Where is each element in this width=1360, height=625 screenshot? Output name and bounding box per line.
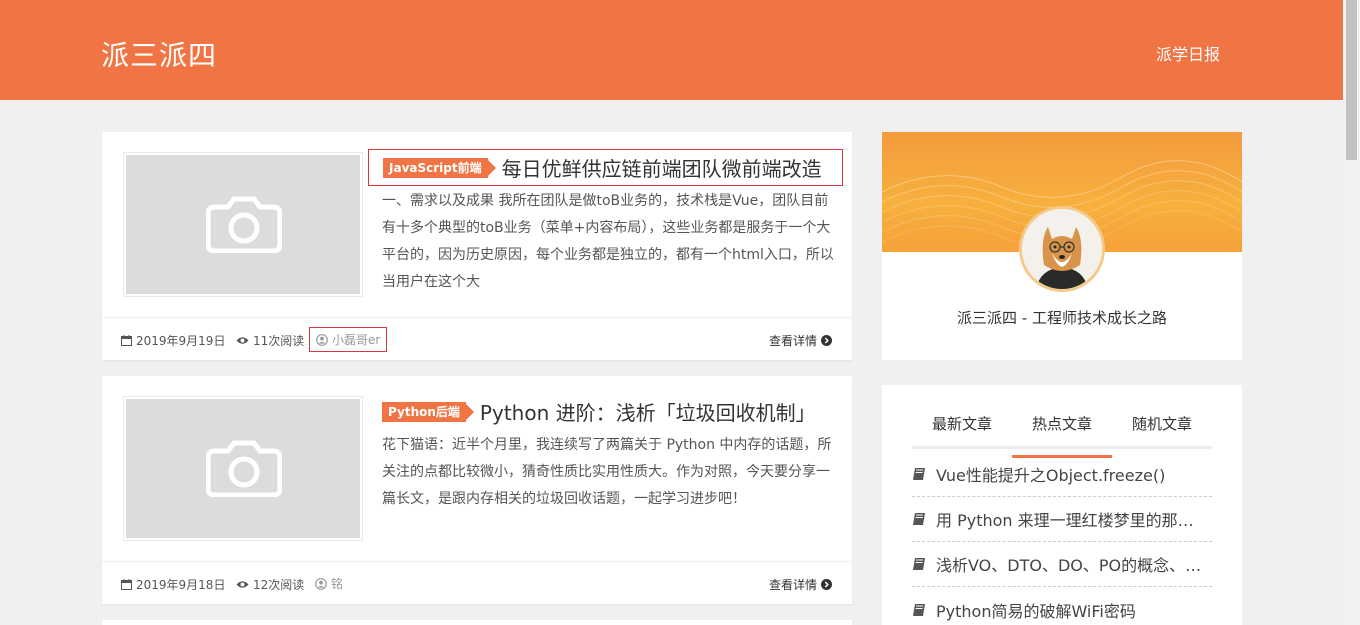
post-date: 2019年9月18日 (121, 576, 225, 593)
posts-widget: 最新文章 热点文章 随机文章 Vue性能提升之Object.freeze() 用… (882, 385, 1242, 625)
posts-tabs: 最新文章 热点文章 随机文章 (912, 411, 1212, 458)
read-more-label[interactable]: 查看详情 (769, 332, 817, 349)
page-scrollbar[interactable] (1343, 0, 1360, 625)
post-views: 12次阅读 (236, 576, 304, 593)
post-title[interactable]: Python 进阶：浅析「垃圾回收机制」 (480, 397, 816, 426)
post-excerpt: 花下猫语：近半个月里，我连续写了两篇关于 Python 中内存的话题，所关注的点… (382, 437, 832, 507)
avatar[interactable] (1019, 206, 1105, 292)
chevron-right-circle-icon (821, 335, 833, 346)
book-icon (913, 468, 925, 480)
list-item-title[interactable]: 用 Python 来理一理红楼梦里的那些关系 (936, 507, 1208, 531)
list-item-title[interactable]: 浅析VO、DTO、DO、PO的概念、区别和用处 (936, 552, 1208, 576)
post-card: JavaScript前端 每日优鲜供应链前端团队微前端改造 一、需求以及成果 我… (102, 132, 852, 360)
post-author[interactable]: 小磊哥er (309, 327, 388, 352)
post-thumbnail[interactable] (123, 396, 363, 541)
book-icon (913, 603, 925, 616)
category-tag[interactable]: Python后端 (382, 401, 474, 422)
post-title[interactable]: 每日优鲜供应链前端团队微前端改造 (502, 153, 822, 182)
user-icon (316, 333, 328, 346)
read-more-label[interactable]: 查看详情 (769, 576, 817, 593)
calendar-icon (121, 335, 132, 346)
nav-link-daily[interactable]: 派学日报 (1156, 41, 1220, 65)
book-icon (913, 513, 925, 525)
site-header: 派三派四 派学日报 (0, 0, 1343, 100)
post-date: 2019年9月19日 (121, 332, 225, 349)
post-author[interactable]: 铭 (309, 571, 349, 596)
tab-random[interactable]: 随机文章 (1112, 411, 1212, 446)
post-title-row[interactable]: JavaScript前端 每日优鲜供应链前端团队微前端改造 (368, 149, 843, 186)
post-date-text: 2019年9月19日 (136, 334, 226, 348)
read-more-link[interactable]: 查看详情 (769, 576, 833, 593)
list-item-title[interactable]: Python简易的破解WiFi密码 (936, 598, 1136, 622)
dog-avatar-icon (1022, 209, 1102, 289)
read-more-link[interactable]: 查看详情 (769, 332, 833, 349)
post-card (102, 620, 852, 625)
eye-icon (236, 337, 249, 344)
post-views-text: 11次阅读 (253, 334, 305, 348)
profile-widget: 派三派四 - 工程师技术成长之路 (882, 132, 1242, 360)
list-item[interactable]: 浅析VO、DTO、DO、PO的概念、区别和用处 (912, 542, 1212, 587)
eye-icon (236, 581, 249, 588)
hot-post-list: Vue性能提升之Object.freeze() 用 Python 来理一理红楼梦… (912, 452, 1212, 625)
list-item[interactable]: Vue性能提升之Object.freeze() (912, 452, 1212, 497)
post-excerpt: 一、需求以及成果 我所在团队是做toB业务的，技术栈是Vue，团队目前有十多个典… (382, 193, 834, 290)
post-meta: 2019年9月19日 11次阅读 小磊哥er 查看详情 (102, 317, 852, 360)
post-views-text: 12次阅读 (253, 578, 305, 592)
post-title-row[interactable]: Python后端 Python 进阶：浅析「垃圾回收机制」 (368, 393, 843, 430)
scrollbar-thumb[interactable] (1346, 0, 1357, 160)
chevron-right-circle-icon (821, 579, 833, 590)
calendar-icon (121, 579, 132, 590)
site-title[interactable]: 派三派四 (101, 34, 217, 74)
list-item[interactable]: Python简易的破解WiFi密码 (912, 587, 1212, 625)
list-item[interactable]: 用 Python 来理一理红楼梦里的那些关系 (912, 497, 1212, 542)
post-card: Python后端 Python 进阶：浅析「垃圾回收机制」 花下猫语：近半个月里… (102, 376, 852, 604)
post-author-name[interactable]: 小磊哥er (332, 331, 380, 348)
camera-icon (206, 196, 282, 253)
post-thumbnail[interactable] (123, 152, 363, 297)
list-item-title[interactable]: Vue性能提升之Object.freeze() (936, 462, 1165, 486)
post-author-name[interactable]: 铭 (331, 575, 343, 592)
category-tag[interactable]: JavaScript前端 (383, 157, 496, 178)
tab-hot[interactable]: 热点文章 (1012, 411, 1112, 458)
user-icon (315, 577, 327, 590)
post-date-text: 2019年9月18日 (136, 578, 226, 592)
book-icon (913, 558, 925, 570)
profile-name: 派三派四 - 工程师技术成长之路 (957, 309, 1167, 327)
tab-latest[interactable]: 最新文章 (912, 411, 1012, 446)
camera-icon (206, 440, 282, 497)
post-views: 11次阅读 (236, 332, 304, 349)
post-meta: 2019年9月18日 12次阅读 铭 查看详情 (102, 561, 852, 604)
